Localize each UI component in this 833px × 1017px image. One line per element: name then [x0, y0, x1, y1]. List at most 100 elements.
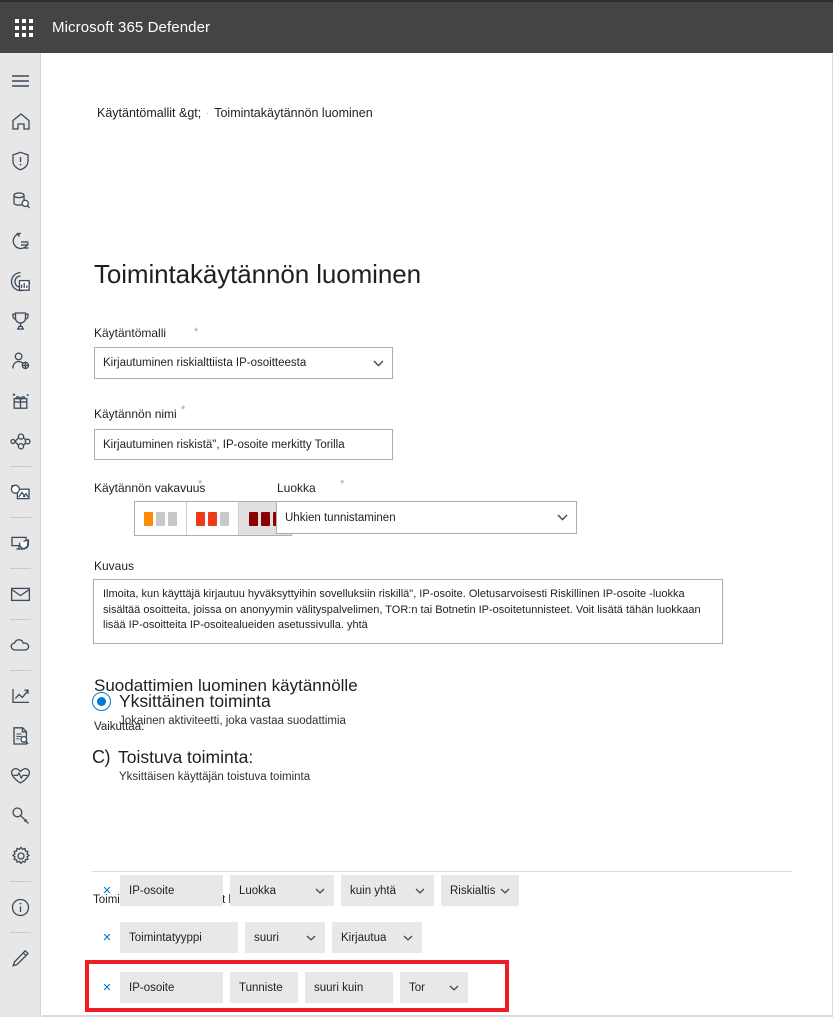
filter-operator-value: suuri kuin [314, 981, 364, 994]
severity-medium-option[interactable] [187, 502, 239, 535]
radio-selected-indicator[interactable] [92, 692, 111, 711]
filter-operator-value: suuri [254, 931, 279, 944]
page-surface: Käytäntömallit &gt; · Toimintakäytännön … [42, 54, 833, 1017]
filter-attribute-value: Luokka [239, 884, 277, 897]
radio-title: Toistuva toiminta: [118, 747, 254, 767]
devices-image-icon[interactable] [0, 472, 41, 512]
rail-divider [9, 881, 31, 882]
policy-template-label: Käytäntömalli [94, 326, 167, 340]
remove-filter-icon[interactable]: × [94, 882, 120, 899]
section-divider [92, 871, 792, 872]
gear-icon[interactable] [0, 836, 41, 876]
left-nav-rail [0, 53, 41, 1017]
key-icon[interactable] [0, 796, 41, 836]
breadcrumb: Käytäntömallit &gt; · Toimintakäytännön … [97, 106, 373, 120]
radar-report-icon[interactable] [0, 261, 41, 301]
policy-name-input[interactable] [94, 429, 393, 460]
category-dropdown[interactable]: Uhkien tunnistaminen [276, 501, 577, 534]
filter-row: × IP-osoite Luokka kuin yhtä Riskialtis [94, 875, 526, 906]
suite-header-bar: Microsoft 365 Defender [0, 0, 833, 53]
filter-operator-pill[interactable]: kuin yhtä [341, 875, 434, 906]
pencil-icon[interactable] [0, 938, 41, 978]
chevron-down-icon [500, 888, 510, 894]
chevron-down-icon [373, 360, 384, 367]
radio-subtitle: Yksittäisen käyttäjän toistuva toiminta [119, 771, 311, 783]
policy-name-required-marker: * [181, 404, 186, 416]
trophy-icon[interactable] [0, 301, 41, 341]
category-value: Uhkien tunnistaminen [285, 511, 396, 524]
breadcrumb-separator: · [206, 108, 210, 118]
chevron-down-icon [415, 888, 425, 894]
node-network-icon[interactable] [0, 421, 41, 461]
policy-severity-label: Käytännön vakavuus [94, 481, 206, 495]
filter-value-pill[interactable]: Tor [400, 972, 468, 1003]
document-search-icon[interactable] [0, 716, 41, 756]
info-circle-icon[interactable] [0, 887, 41, 927]
policy-severity-required-marker: * [198, 478, 203, 490]
monitor-shield-icon[interactable] [0, 523, 41, 563]
rail-divider [9, 466, 31, 467]
history-list-icon[interactable] [0, 221, 41, 261]
filter-field-pill[interactable]: IP-osoite [120, 972, 223, 1003]
filter-operator-pill[interactable]: suuri [245, 922, 325, 953]
suite-title: Microsoft 365 Defender [52, 19, 211, 36]
filter-row: × Toimintatyyppi suuri Kirjautua [94, 922, 429, 953]
filter-value-value: Tor [409, 981, 425, 994]
page-title: Toimintakäytännön luominen [94, 259, 421, 290]
radio-subtitle: Jokainen aktiviteetti, joka vastaa suoda… [119, 715, 346, 727]
line-chart-icon[interactable] [0, 676, 41, 716]
filter-attribute-pill[interactable]: Tunniste [230, 972, 298, 1003]
filter-value-value: Kirjautua [341, 931, 387, 944]
filter-attribute-pill[interactable]: Luokka [230, 875, 334, 906]
category-required-marker: * [340, 478, 345, 490]
shield-exclamation-icon[interactable] [0, 141, 41, 181]
rail-divider [9, 670, 31, 671]
policy-template-dropdown[interactable]: Kirjautuminen riskialttiista IP-osoittee… [94, 347, 393, 379]
remove-filter-icon[interactable]: × [94, 979, 120, 996]
filter-operator-value: kuin yhtä [350, 884, 397, 897]
radio-title: Yksittäinen toiminta [119, 691, 271, 711]
chevron-down-icon [557, 514, 568, 521]
rail-divider [9, 619, 31, 620]
rail-divider [9, 932, 31, 933]
policy-template-value: Kirjautuminen riskialttiista IP-osoittee… [103, 357, 307, 369]
rail-divider [9, 568, 31, 569]
filter-value-pill[interactable]: Riskialtis [441, 875, 519, 906]
breadcrumb-parent[interactable]: Käytäntömallit &gt; [97, 106, 201, 120]
cloud-icon[interactable] [0, 625, 41, 665]
filter-field-value: IP-osoite [129, 981, 175, 994]
filter-field-pill[interactable]: IP-osoite [120, 875, 223, 906]
database-search-icon[interactable] [0, 181, 41, 221]
category-label: Luokka [277, 481, 316, 495]
filter-operator-pill[interactable]: suuri kuin [305, 972, 393, 1003]
description-textarea[interactable] [93, 579, 723, 644]
radio-option-single-activity[interactable]: Yksittäinen toiminta Jokainen aktiviteet… [92, 691, 346, 727]
gift-sparkle-icon[interactable] [0, 381, 41, 421]
person-settings-icon[interactable] [0, 341, 41, 381]
policy-template-required-marker: * [194, 326, 199, 338]
radio-option-repeated-activity[interactable]: C) Toistuva toiminta: Yksittäisen käyttä… [92, 747, 310, 783]
filter-field-value: IP-osoite [129, 884, 175, 897]
filter-value-value: Riskialtis [450, 884, 496, 897]
app-launcher-waffle-icon[interactable] [0, 1, 48, 54]
severity-low-option[interactable] [135, 502, 187, 535]
home-icon[interactable] [0, 101, 41, 141]
filter-attribute-value: Tunniste [239, 981, 283, 994]
hamburger-icon[interactable] [0, 61, 41, 101]
filter-value-pill[interactable]: Kirjautua [332, 922, 422, 953]
filter-field-value: Toimintatyyppi [129, 931, 202, 944]
rail-divider [9, 517, 31, 518]
chevron-down-icon [306, 935, 316, 941]
heart-pulse-icon[interactable] [0, 756, 41, 796]
remove-filter-icon[interactable]: × [94, 929, 120, 946]
envelope-icon[interactable] [0, 574, 41, 614]
policy-severity-selector [134, 501, 292, 536]
description-label: Kuvaus [94, 559, 135, 573]
chevron-down-icon [449, 985, 459, 991]
chevron-down-icon [315, 888, 325, 894]
radio-unselected-indicator[interactable]: C) [92, 747, 111, 768]
filter-field-pill[interactable]: Toimintatyyppi [120, 922, 238, 953]
filter-row: × IP-osoite Tunniste suuri kuin Tor [94, 972, 475, 1003]
breadcrumb-current: Toimintakäytännön luominen [214, 106, 373, 120]
policy-name-label: Käytännön nimi [94, 407, 177, 421]
